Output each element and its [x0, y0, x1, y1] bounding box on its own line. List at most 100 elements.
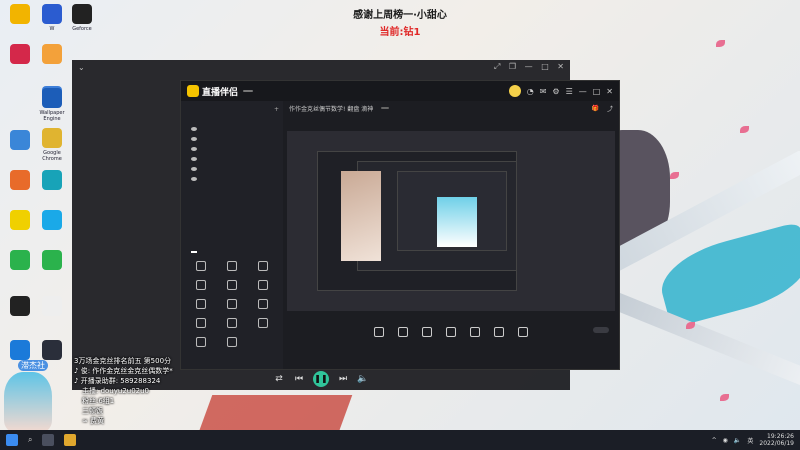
visibility-icon[interactable] — [191, 157, 197, 161]
visibility-icon[interactable] — [191, 137, 197, 141]
tool-item[interactable] — [248, 261, 279, 273]
tool-item[interactable] — [185, 299, 216, 311]
desktop-icon[interactable] — [36, 340, 68, 362]
task-view-icon[interactable] — [42, 434, 55, 446]
app-icon — [10, 210, 30, 230]
tool-icon — [258, 299, 269, 309]
previous-icon[interactable]: ⏮ — [293, 373, 305, 385]
tool-item[interactable] — [216, 337, 247, 349]
desktop-icon[interactable] — [4, 250, 36, 272]
bottom-tool[interactable] — [470, 327, 480, 339]
header-action-button[interactable] — [381, 107, 390, 109]
gift-icon[interactable]: 🎁 — [592, 105, 599, 112]
tool-icon — [195, 337, 206, 347]
tool-icon — [226, 261, 237, 271]
tool-item[interactable] — [216, 318, 247, 330]
close-icon[interactable]: ✕ — [557, 62, 564, 71]
add-scene-icon[interactable]: + — [274, 106, 279, 113]
desktop-icon[interactable] — [4, 4, 36, 26]
minimize-icon[interactable]: — — [579, 87, 587, 96]
desktop-icon[interactable] — [4, 340, 36, 362]
fullscreen-icon[interactable]: ⤢ — [494, 62, 500, 71]
desktop-icon[interactable] — [4, 296, 36, 318]
visibility-icon[interactable] — [191, 167, 197, 171]
maximize-icon[interactable]: □ — [541, 62, 549, 71]
clock[interactable]: 19:26:26 2022/06/19 — [759, 433, 794, 447]
next-icon[interactable]: ⏭ — [337, 373, 349, 385]
close-icon[interactable]: ✕ — [606, 87, 613, 96]
search-icon[interactable]: ⌕ — [28, 435, 32, 445]
visibility-icon[interactable] — [191, 147, 197, 151]
desktop-icon[interactable]: Google Chrome — [36, 128, 68, 162]
menu-icon[interactable]: ☰ — [566, 87, 573, 96]
scene-item[interactable] — [181, 144, 283, 154]
desktop-icon[interactable]: Geforce — [66, 4, 98, 32]
message-icon[interactable]: ✉ — [540, 87, 547, 96]
visibility-icon[interactable] — [191, 127, 197, 131]
settings-icon[interactable]: ⚙ — [552, 87, 559, 96]
desktop-icon[interactable] — [36, 296, 68, 318]
bottom-tool[interactable] — [494, 327, 504, 339]
desktop-icon[interactable] — [36, 250, 68, 272]
tool-item[interactable] — [216, 299, 247, 311]
bottom-tool[interactable] — [422, 327, 432, 339]
tool-item[interactable] — [248, 318, 279, 330]
visibility-icon[interactable] — [191, 177, 197, 181]
stream-sub-info — [283, 115, 619, 125]
scene-item[interactable] — [181, 174, 283, 184]
file-explorer-icon[interactable] — [64, 434, 77, 446]
avatar[interactable] — [508, 85, 521, 97]
ime-indicator[interactable]: 英 — [747, 436, 753, 445]
bottom-tool[interactable] — [446, 327, 456, 339]
scene-item[interactable] — [181, 154, 283, 164]
live-preview[interactable] — [287, 131, 615, 311]
notification-icon[interactable]: ◔ — [527, 87, 534, 96]
bottom-toolbar — [283, 327, 619, 339]
scene-item[interactable] — [181, 124, 283, 134]
shuffle-icon[interactable]: ⇄ — [273, 373, 285, 385]
windows-start-icon[interactable] — [6, 434, 18, 446]
desktop-icon-label: Geforce — [72, 26, 92, 32]
tool-icon — [226, 299, 237, 309]
volume-icon[interactable]: 🔈 — [357, 373, 369, 385]
tool-item[interactable] — [248, 299, 279, 311]
start-live-button[interactable] — [593, 327, 609, 333]
app-logo-icon — [187, 85, 199, 97]
streaming-app-window[interactable]: 直播伴侣 ◔ ✉ ⚙ ☰ — □ ✕ + 作作金克丝偶节数学! 翻盘 滴神 🎁 … — [180, 80, 620, 370]
tool-icon — [195, 318, 206, 328]
desktop-icon[interactable]: W — [36, 4, 68, 32]
tool-icon — [226, 280, 237, 290]
restore-icon[interactable]: ❐ — [509, 62, 516, 71]
desktop-icon[interactable] — [4, 170, 36, 192]
network-icon[interactable]: ◉ — [723, 437, 728, 444]
volume-icon[interactable]: 🔈 — [734, 437, 741, 444]
maximize-icon[interactable]: □ — [593, 87, 601, 96]
scene-item[interactable] — [181, 164, 283, 174]
tool-item[interactable] — [185, 280, 216, 292]
desktop-icon[interactable] — [36, 210, 68, 232]
tool-item[interactable] — [216, 280, 247, 292]
tool-item[interactable] — [185, 337, 216, 349]
minimize-icon[interactable]: — — [525, 62, 533, 71]
version-badge[interactable] — [243, 90, 254, 92]
bottom-tool[interactable] — [398, 327, 408, 339]
bottom-tool[interactable] — [518, 327, 528, 339]
collapse-icon[interactable]: ⌄ — [78, 63, 85, 72]
desktop-icon[interactable] — [4, 130, 36, 152]
tool-item[interactable] — [216, 261, 247, 273]
scene-item[interactable] — [181, 134, 283, 144]
desktop-icon[interactable] — [4, 44, 36, 66]
tool-item[interactable] — [185, 261, 216, 273]
app-icon — [42, 4, 62, 24]
stream-title[interactable]: 作作金克丝偶节数学! 翻盘 滴神 — [289, 104, 373, 113]
desktop-icon[interactable] — [36, 170, 68, 192]
share-icon[interactable]: ⤴ — [607, 104, 613, 113]
desktop-icon[interactable] — [36, 44, 68, 66]
desktop-icon[interactable]: Wallpaper Engine — [36, 88, 68, 122]
tool-item[interactable] — [185, 318, 216, 330]
tray-arrow-icon[interactable]: ^ — [712, 437, 717, 444]
tool-item[interactable] — [248, 280, 279, 292]
desktop-icon[interactable] — [4, 210, 36, 232]
pause-button[interactable]: ❚❚ — [313, 371, 329, 387]
bottom-tool[interactable] — [374, 327, 384, 339]
